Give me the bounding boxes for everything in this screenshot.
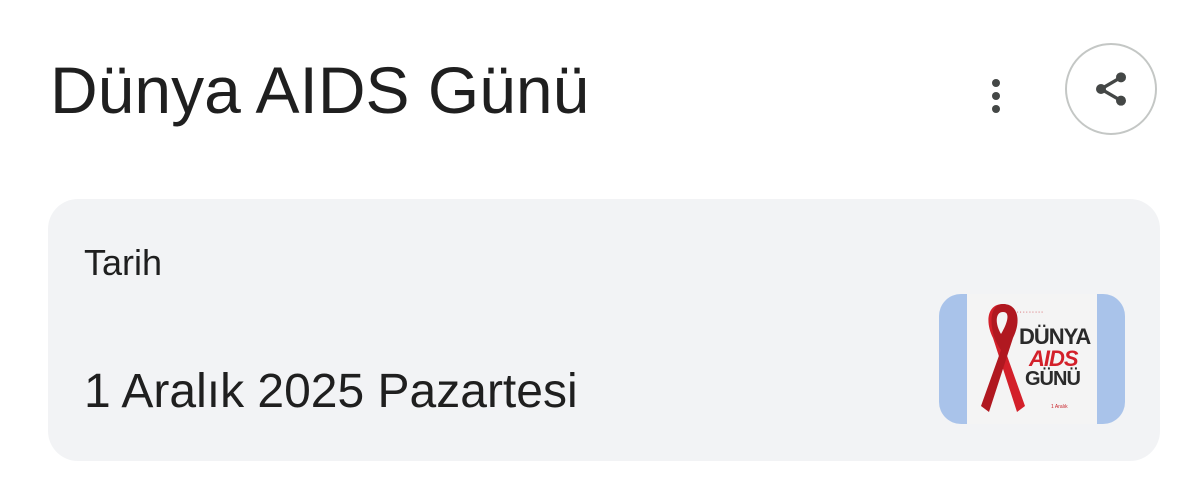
poster-header-text: · · · · · · · · · [1017,310,1044,316]
date-label: Tarih [84,242,163,283]
more-options-button[interactable] [974,72,1018,120]
knowledge-panel: Dünya AIDS Günü Tarih 1 Aralık 2025 Paza… [0,0,1200,480]
share-icon [1096,72,1126,106]
more-vert-icon [992,79,1000,87]
poster-image: · · · · · · · · · DÜNYA AIDS GÜNÜ 1 Aral… [967,294,1097,424]
page-title: Dünya AIDS Günü [50,53,590,127]
date-card[interactable]: Tarih 1 Aralık 2025 Pazartesi · · · · · … [48,199,1160,461]
event-thumbnail[interactable]: · · · · · · · · · DÜNYA AIDS GÜNÜ 1 Aral… [939,294,1125,424]
more-vert-icon-dot [992,92,1000,100]
poster-word-gunu: GÜNÜ [1025,368,1081,390]
share-button[interactable] [1065,43,1157,135]
poster-date: 1 Aralık [1051,404,1068,410]
more-vert-icon-dot [992,105,1000,113]
date-value: 1 Aralık 2025 Pazartesi [84,365,578,418]
